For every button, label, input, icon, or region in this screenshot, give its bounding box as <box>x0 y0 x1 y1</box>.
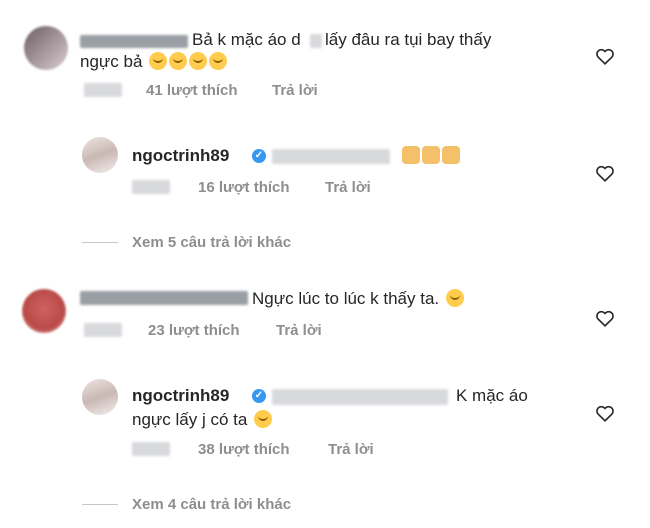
rolling-laughing-emoji <box>254 410 273 428</box>
reply-button[interactable]: Trả lời <box>325 179 371 196</box>
laughing-tears-emoji <box>149 52 168 70</box>
heart-icon[interactable] <box>594 307 616 329</box>
redacted-text <box>310 34 322 48</box>
mention-redacted[interactable] <box>272 389 448 405</box>
reply-button[interactable]: Trả lời <box>328 441 374 458</box>
verified-badge-icon: ✓ <box>252 149 266 163</box>
avatar[interactable] <box>22 289 66 333</box>
laughing-tears-emoji <box>189 52 208 70</box>
divider <box>82 242 118 243</box>
comment-text-body: Ngực lúc to lúc k thấy ta. <box>252 289 440 308</box>
emoji-row <box>400 146 460 166</box>
avatar[interactable] <box>82 379 118 415</box>
like-count[interactable]: 23 lượt thích <box>148 322 240 339</box>
like-count[interactable]: 38 lượt thích <box>198 441 290 458</box>
laughing-tears-emoji <box>209 52 228 70</box>
timestamp-redacted <box>84 323 122 337</box>
reply-button[interactable]: Trả lời <box>272 82 318 99</box>
username-redacted[interactable] <box>80 291 248 305</box>
view-more-replies[interactable]: Xem 5 câu trả lời khác <box>132 234 291 251</box>
crying-face-emoji <box>445 289 464 307</box>
timestamp-redacted <box>132 442 170 456</box>
divider <box>82 504 118 505</box>
avatar[interactable] <box>82 137 118 173</box>
clapping-hands-emoji <box>402 146 420 164</box>
mention-redacted[interactable] <box>272 149 390 164</box>
comment-text: lấy đâu ra tụi bay thấy <box>325 30 492 49</box>
username[interactable]: ngoctrinh89 <box>132 386 229 406</box>
avatar[interactable] <box>24 26 68 70</box>
heart-icon[interactable] <box>594 402 616 424</box>
reply-button[interactable]: Trả lời <box>276 322 322 339</box>
clapping-hands-emoji <box>422 146 440 164</box>
username-redacted[interactable] <box>80 35 188 48</box>
timestamp-redacted <box>132 180 170 194</box>
like-count[interactable]: 41 lượt thích <box>146 82 238 99</box>
comment-text: ngực lấy j có ta <box>132 407 273 433</box>
heart-icon[interactable] <box>594 162 616 184</box>
comment-text: Ngực lúc to lúc k thấy ta. <box>252 286 464 312</box>
comment-text-line2: ngực bả <box>80 52 143 71</box>
view-more-replies[interactable]: Xem 4 câu trả lời khác <box>132 496 291 513</box>
verified-badge-icon: ✓ <box>252 389 266 403</box>
laughing-tears-emoji <box>169 52 188 70</box>
comment-text: ngực bả <box>80 49 228 75</box>
like-count[interactable]: 16 lượt thích <box>198 179 290 196</box>
username[interactable]: ngoctrinh89 <box>132 146 229 166</box>
comment-text-line2: ngực lấy j có ta <box>132 410 248 429</box>
timestamp-redacted <box>84 83 122 97</box>
heart-icon[interactable] <box>594 45 616 67</box>
clapping-hands-emoji <box>442 146 460 164</box>
comment-text: K mặc áo <box>456 386 528 405</box>
